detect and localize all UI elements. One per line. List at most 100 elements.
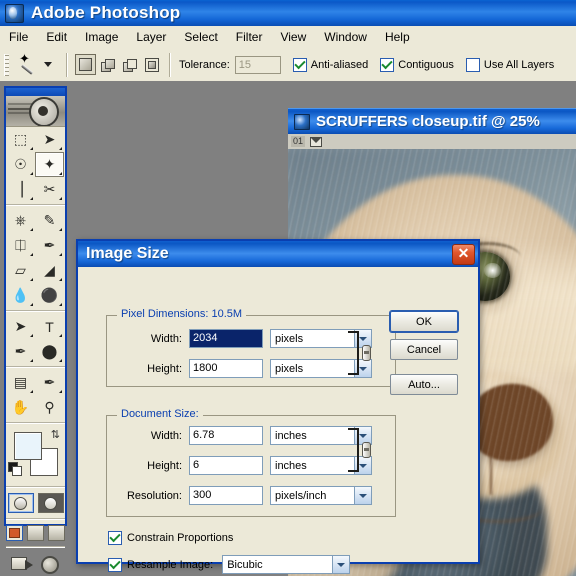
options-bar-gripper[interactable] xyxy=(4,53,9,76)
menu-item-layer[interactable]: Layer xyxy=(127,28,175,46)
intersect-with-selection-button[interactable] xyxy=(141,54,162,75)
document-title-bar[interactable]: SCRUFFERS closeup.tif @ 25% xyxy=(288,108,576,134)
pixel-width-label: Width: xyxy=(150,332,182,345)
full-screen-with-menubar-button[interactable] xyxy=(27,525,44,541)
chevron-down-icon[interactable] xyxy=(332,556,350,573)
contiguous-option[interactable]: Contiguous xyxy=(380,57,454,72)
pixel-constrain-link-icon xyxy=(348,331,371,375)
resolution-unit-value: pixels/inch xyxy=(275,489,327,502)
add-to-selection-button[interactable] xyxy=(97,54,118,75)
new-selection-button[interactable] xyxy=(75,54,96,75)
anti-aliased-option[interactable]: Anti-aliased xyxy=(292,57,368,72)
resolution-input[interactable]: 300 xyxy=(189,486,263,505)
image-size-dialog: Image Size ✕ Pixel Dimensions: 10.5M Wid… xyxy=(76,239,480,574)
anti-aliased-checkbox[interactable] xyxy=(292,57,307,72)
contiguous-checkbox[interactable] xyxy=(380,57,395,72)
pixel-height-input[interactable]: 1800 xyxy=(189,359,263,378)
selection-mode-group xyxy=(74,53,163,76)
clone-stamp-tool-icon[interactable]: ⎅ xyxy=(6,233,35,258)
menu-item-select[interactable]: Select xyxy=(175,28,226,46)
menu-bar: File Edit Image Layer Select Filter View… xyxy=(0,26,576,49)
dialog-title-bar[interactable]: Image Size ✕ xyxy=(78,241,478,267)
photoshop-application-window: Adobe Photoshop File Edit Image Layer Se… xyxy=(0,0,576,576)
quick-mask-row xyxy=(6,490,65,516)
type-tool-icon[interactable]: T xyxy=(35,314,64,339)
healing-brush-tool-icon[interactable]: ⎈ xyxy=(6,208,35,233)
menu-item-edit[interactable]: Edit xyxy=(37,28,76,46)
use-all-layers-checkbox[interactable] xyxy=(465,57,480,72)
menu-item-help[interactable]: Help xyxy=(376,28,419,46)
doc-height-row: Height: 6 inches xyxy=(110,456,372,475)
history-brush-tool-icon[interactable]: ✒ xyxy=(35,233,64,258)
notes-tool-icon[interactable]: ▤ xyxy=(6,370,35,395)
brush-tool-icon[interactable]: ✎ xyxy=(35,208,64,233)
path-selection-tool-icon[interactable]: ➤ xyxy=(6,314,35,339)
contiguous-label: Contiguous xyxy=(398,58,454,71)
doc-height-label: Height: xyxy=(147,459,182,472)
close-icon[interactable]: ✕ xyxy=(452,243,475,265)
ok-button[interactable]: OK xyxy=(390,311,458,332)
magic-wand-tool-icon-toolbox[interactable]: ✦ xyxy=(35,152,64,177)
doc-width-label: Width: xyxy=(150,429,182,442)
standard-mode-button[interactable] xyxy=(7,493,34,513)
ellipse-shape-tool-icon[interactable]: ⬤ xyxy=(35,339,64,364)
constrain-proportions-row[interactable]: Constrain Proportions xyxy=(108,531,233,545)
auto-button[interactable]: Auto... xyxy=(390,374,458,395)
toolbox-gripper[interactable] xyxy=(6,88,65,96)
full-screen-mode-button[interactable] xyxy=(48,525,65,541)
pixel-width-row: Width: 2034 pixels xyxy=(110,329,372,348)
tool-grid: ⬚ ➤ ☉ ✦ ⎟ ✂ ⎈ ✎ ⎅ ✒ ▱ ◢ 💧 ⚫ ➤ T ✒ ⬤ ▤ ✒ … xyxy=(6,127,65,426)
doc-height-input[interactable]: 6 xyxy=(189,456,263,475)
subtract-from-selection-button[interactable] xyxy=(119,54,140,75)
dialog-body: Pixel Dimensions: 10.5M Width: 2034 pixe… xyxy=(78,267,478,574)
document-size-label: Document Size: xyxy=(117,408,203,420)
doc-width-row: Width: 6.78 inches xyxy=(110,426,372,445)
document-constrain-link-icon xyxy=(348,428,371,472)
menu-item-file[interactable]: File xyxy=(0,28,37,46)
dodge-tool-icon[interactable]: ⚫ xyxy=(35,283,64,308)
standard-screen-mode-button[interactable] xyxy=(6,525,23,541)
blur-tool-icon[interactable]: 💧 xyxy=(6,283,35,308)
resample-image-checkbox[interactable] xyxy=(108,557,122,572)
zoom-tool-icon[interactable]: ⚲ xyxy=(35,395,64,420)
lasso-tool-icon[interactable]: ☉ xyxy=(6,152,35,177)
eraser-tool-icon[interactable]: ▱ xyxy=(6,258,35,283)
tolerance-input[interactable]: 15 xyxy=(234,55,281,74)
resolution-unit-select[interactable]: pixels/inch xyxy=(270,486,372,505)
jump-to-imageready-icon[interactable] xyxy=(10,554,33,572)
envelope-icon[interactable] xyxy=(310,136,323,147)
tool-preset-chevron-down-icon[interactable] xyxy=(44,62,52,67)
pixel-height-label: Height: xyxy=(147,362,182,375)
crop-tool-icon[interactable]: ⎟ xyxy=(6,177,35,202)
rectangular-marquee-tool-icon[interactable]: ⬚ xyxy=(6,127,35,152)
doc-width-input[interactable]: 6.78 xyxy=(189,426,263,445)
foreground-color-swatch[interactable] xyxy=(14,432,42,460)
menu-item-filter[interactable]: Filter xyxy=(227,28,272,46)
default-colors-icon[interactable] xyxy=(8,462,22,476)
resample-image-label: Resample Image: xyxy=(127,558,214,571)
use-all-layers-label: Use All Layers xyxy=(483,58,555,71)
imageready-icon[interactable] xyxy=(39,554,61,574)
slice-tool-icon[interactable]: ✂ xyxy=(35,177,64,202)
resample-image-row[interactable]: Resample Image: Bicubic xyxy=(108,555,351,574)
magic-wand-tool-icon[interactable]: ✦ xyxy=(14,52,42,77)
pen-tool-icon[interactable]: ✒ xyxy=(6,339,35,364)
move-tool-icon[interactable]: ➤ xyxy=(35,127,64,152)
menu-item-view[interactable]: View xyxy=(271,28,315,46)
chevron-down-icon[interactable] xyxy=(354,487,371,504)
pixel-width-input[interactable]: 2034 xyxy=(189,329,263,348)
document-tab-number[interactable]: 01 xyxy=(291,136,306,147)
hand-tool-icon[interactable]: ✋ xyxy=(6,395,35,420)
menu-item-window[interactable]: Window xyxy=(315,28,376,46)
quick-mask-mode-button[interactable] xyxy=(37,493,64,513)
tool-options-bar: ✦ Tolerance: 15 Anti-aliased Contiguous … xyxy=(0,48,576,82)
doc-height-unit-value: inches xyxy=(275,459,307,472)
constrain-proportions-checkbox[interactable] xyxy=(108,531,122,545)
swap-colors-icon[interactable]: ⇅ xyxy=(51,428,60,441)
resample-method-select[interactable]: Bicubic xyxy=(222,555,351,574)
paint-bucket-tool-icon[interactable]: ◢ xyxy=(35,258,64,283)
cancel-button[interactable]: Cancel xyxy=(390,339,458,360)
eyedropper-tool-icon[interactable]: ✒ xyxy=(35,370,64,395)
use-all-layers-option[interactable]: Use All Layers xyxy=(465,57,555,72)
menu-item-image[interactable]: Image xyxy=(76,28,127,46)
